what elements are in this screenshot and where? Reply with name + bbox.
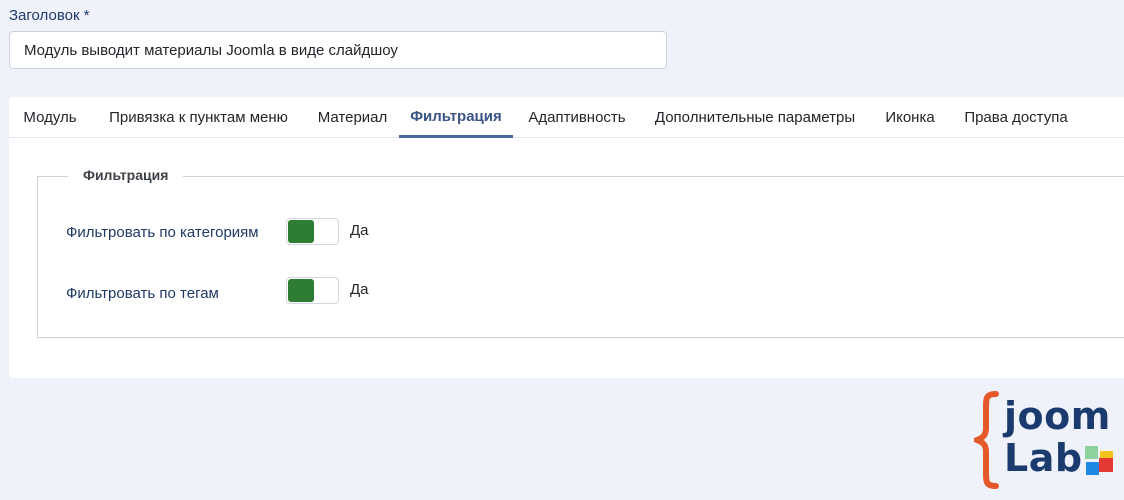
tab-article[interactable]: Материал (306, 97, 399, 138)
filter-tags-state: Да (350, 281, 369, 298)
logo-text-lab: Lab (1004, 436, 1083, 480)
curly-brace-icon (974, 391, 999, 489)
tab-bar: Модуль Привязка к пунктам меню Материал … (9, 97, 1124, 138)
tab-icon[interactable]: Иконка (869, 97, 951, 138)
filter-tags-label: Фильтровать по тегам (66, 285, 219, 302)
joomlab-logo: joom Lab (974, 390, 1124, 495)
tab-permissions[interactable]: Права доступа (951, 97, 1081, 138)
filter-categories-state: Да (350, 222, 369, 239)
tab-filtration[interactable]: Фильтрация (399, 97, 513, 138)
filtration-fieldset: Фильтрация Фильтровать по категориям Да … (37, 167, 1124, 338)
tab-advanced-params[interactable]: Дополнительные параметры (641, 97, 869, 138)
color-squares-icon (1085, 446, 1113, 475)
switch-knob (288, 220, 314, 243)
module-edit-page: Заголовок * Модуль Привязка к пунктам ме… (0, 0, 1124, 500)
tab-adaptivity[interactable]: Адаптивность (513, 97, 641, 138)
title-label: Заголовок * (9, 7, 90, 24)
tabs-card: Модуль Привязка к пунктам меню Материал … (9, 97, 1124, 378)
switch-knob (288, 279, 314, 302)
title-input[interactable] (9, 31, 667, 69)
tab-module[interactable]: Модуль (9, 97, 91, 138)
filter-tags-switch[interactable] (286, 277, 339, 304)
tab-menu-assignment[interactable]: Привязка к пунктам меню (91, 97, 306, 138)
fieldset-legend: Фильтрация (68, 167, 184, 183)
filter-categories-switch[interactable] (286, 218, 339, 245)
filter-categories-label: Фильтровать по категориям (66, 224, 259, 241)
logo-text-joom: joom (1004, 394, 1111, 438)
